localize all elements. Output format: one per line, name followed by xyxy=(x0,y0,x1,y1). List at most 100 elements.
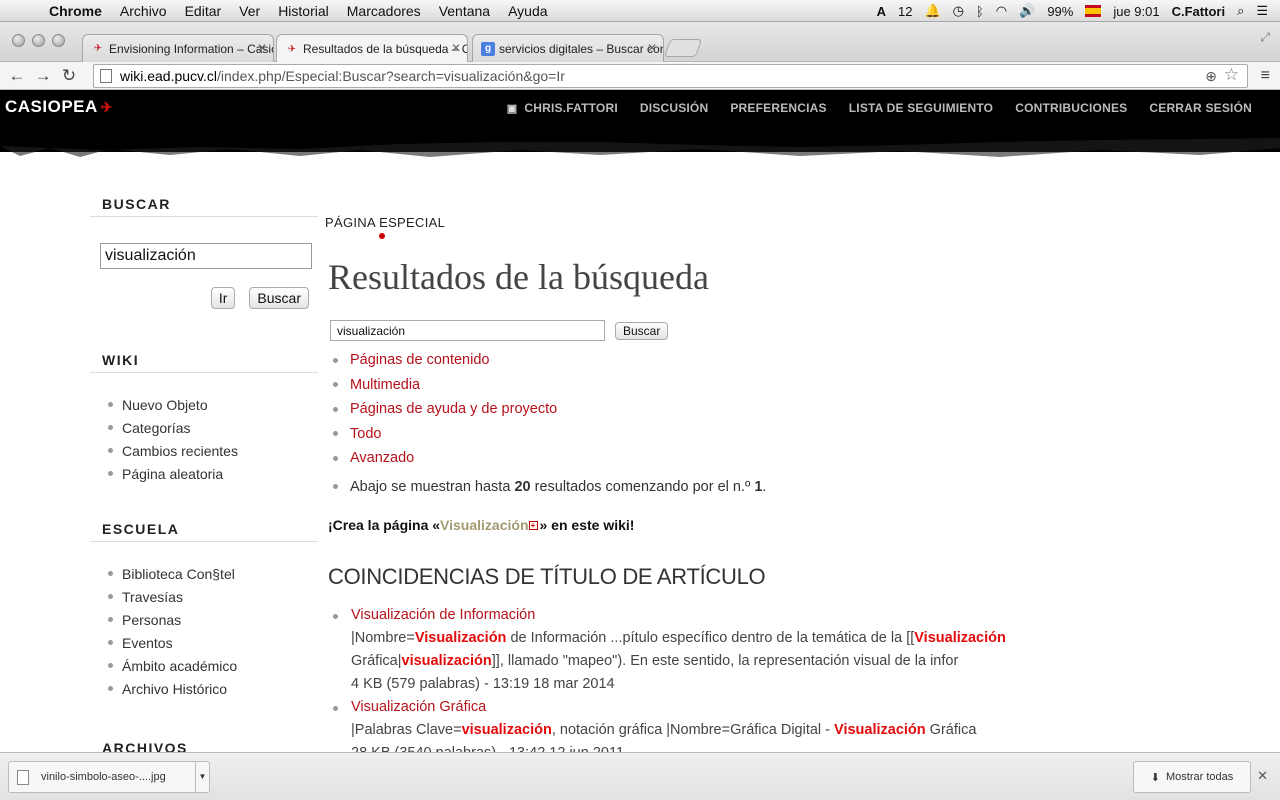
sidebar-item-archivo-historico[interactable]: Archivo Histórico xyxy=(108,677,318,700)
list-item: Avanzado xyxy=(333,446,766,471)
main-search-button[interactable]: Buscar xyxy=(615,321,669,340)
sidebar-item-personas[interactable]: Personas xyxy=(108,608,318,631)
sidebar: BUSCAR Ir Buscar WIKI Nuevo Objeto Categ… xyxy=(90,196,318,760)
adobe-count: 12 xyxy=(897,3,913,19)
snippet-text: de Información ...pítulo específico dent… xyxy=(506,630,915,646)
tab-envisioning-information[interactable]: ✈ Envisioning Information – Casiopea ✕ xyxy=(82,34,274,62)
chrome-menu-icon[interactable]: ≡ xyxy=(1261,67,1270,85)
profile-link-multimedia[interactable]: Multimedia xyxy=(350,377,420,393)
sidebar-item-cambios-recientes[interactable]: Cambios recientes xyxy=(108,439,318,462)
nav-user[interactable]: ▣ CHRIS.FATTORI xyxy=(507,101,618,115)
volume-icon[interactable]: 🔊 xyxy=(1019,3,1035,19)
nav-discusion[interactable]: DISCUSIÓN xyxy=(640,101,708,115)
tab-strip: ✈ Envisioning Information – Casiopea ✕ ✈… xyxy=(0,22,1280,63)
show-all-label: Mostrar todas xyxy=(1165,771,1234,783)
tab-resultados-busqueda[interactable]: ✈ Resultados de la búsqueda – Casiopea ✕ xyxy=(276,34,468,63)
input-source-flag-icon[interactable] xyxy=(1085,5,1102,17)
profile-link-todo[interactable]: Todo xyxy=(350,426,381,442)
tab-close-icon[interactable]: ✕ xyxy=(257,41,267,55)
menu-archivo[interactable]: Archivo xyxy=(111,3,176,19)
profile-link-avanzado[interactable]: Avanzado xyxy=(350,450,414,466)
tab-close-icon[interactable]: ✕ xyxy=(451,41,461,55)
menu-ventana[interactable]: Ventana xyxy=(430,3,499,19)
battery-percent[interactable]: 99% xyxy=(1047,4,1073,19)
window-close-button[interactable] xyxy=(12,34,25,47)
results-list: Visualización de Información |Nombre=Vis… xyxy=(333,604,1043,765)
fullscreen-icon[interactable]: ⤢ xyxy=(1260,30,1270,45)
new-tab-button[interactable] xyxy=(663,39,703,57)
download-menu-arrow-icon[interactable]: ▼ xyxy=(195,762,209,792)
nav-contribuciones[interactable]: CONTRIBUCIONES xyxy=(1015,101,1127,115)
back-button[interactable]: ← xyxy=(4,66,30,86)
bookmark-star-icon[interactable]: ☆ xyxy=(1224,65,1239,85)
url-path: /index.php/Especial:Buscar?search=visual… xyxy=(217,68,565,84)
window-zoom-button[interactable] xyxy=(52,34,65,47)
menu-historial[interactable]: Historial xyxy=(269,3,338,19)
sidebar-search-input[interactable] xyxy=(100,243,312,269)
results-info: Abajo se muestran hasta 20 resultados co… xyxy=(333,475,766,500)
user-page-icon: ▣ xyxy=(506,103,518,115)
sidebar-item-categorias[interactable]: Categorías xyxy=(108,416,318,439)
user-nav: ▣ CHRIS.FATTORI DISCUSIÓN PREFERENCIAS LI… xyxy=(507,101,1252,115)
section-title: COINCIDENCIAS DE TÍTULO DE ARTÍCULO xyxy=(328,564,766,589)
site-logo[interactable]: CASIOPEA ✈ xyxy=(5,97,113,117)
download-arrow-icon: ⬇ xyxy=(1150,771,1160,784)
nav-preferencias[interactable]: PREFERENCIAS xyxy=(730,101,826,115)
snippet-text: |Nombre= xyxy=(351,630,415,646)
sidebar-item-ambito-academico[interactable]: Ámbito académico xyxy=(108,654,318,677)
window-minimize-button[interactable] xyxy=(32,34,45,47)
show-all-downloads-button[interactable]: ⬇ Mostrar todas xyxy=(1133,761,1251,793)
info-count: 20 xyxy=(514,478,531,495)
list-item: Todo xyxy=(333,422,766,447)
sidebar-item-biblioteca[interactable]: Biblioteca Con§tel xyxy=(108,562,318,585)
create-page-link[interactable]: Visualización xyxy=(440,517,528,533)
menu-editar[interactable]: Editar xyxy=(176,3,231,19)
menu-ver[interactable]: Ver xyxy=(230,3,269,19)
notification-bell-icon[interactable]: 🔔 xyxy=(924,3,940,19)
main-search-input[interactable] xyxy=(330,320,605,341)
nav-cerrar-sesion[interactable]: CERRAR SESIÓN xyxy=(1149,101,1252,115)
clock[interactable]: jue 9:01 xyxy=(1113,4,1159,19)
sidebar-item-nuevo-objeto[interactable]: Nuevo Objeto xyxy=(108,393,318,416)
zoom-icon[interactable]: ⊕ xyxy=(1205,68,1217,85)
close-shelf-icon[interactable]: ✕ xyxy=(1257,768,1268,784)
nav-lista-seguimiento[interactable]: LISTA DE SEGUIMIENTO xyxy=(849,101,993,115)
forward-button[interactable]: → xyxy=(30,66,56,86)
sidebar-escuela-list: Biblioteca Con§tel Travesías Personas Ev… xyxy=(108,562,318,700)
time-machine-icon[interactable]: ◷ xyxy=(953,3,964,19)
nav-user-label: CHRIS.FATTORI xyxy=(524,101,618,115)
result-title-link[interactable]: Visualización Gráfica xyxy=(351,699,486,715)
snippet-text: Gráfica xyxy=(925,722,977,738)
spotlight-search-icon[interactable]: ⌕ xyxy=(1237,3,1244,19)
sidebar-go-button[interactable]: Ir xyxy=(210,287,236,309)
menu-ayuda[interactable]: Ayuda xyxy=(499,3,556,19)
sidebar-item-pagina-aleatoria[interactable]: Página aleatoria xyxy=(108,462,318,485)
info-middle: resultados comenzando por el n.º xyxy=(534,478,751,495)
menu-app-name[interactable]: Chrome xyxy=(40,3,111,19)
info-start: 1 xyxy=(754,478,763,495)
tab-close-icon[interactable]: ✕ xyxy=(647,41,657,55)
search-term-highlight: Visualización xyxy=(914,630,1006,646)
search-term-highlight: visualización xyxy=(461,722,552,738)
download-item[interactable]: vinilo-simbolo-aseo-....jpg ▼ xyxy=(8,761,210,793)
reload-button[interactable]: ↻ xyxy=(56,66,82,86)
search-term-highlight: Visualización xyxy=(414,630,507,646)
site-header: CASIOPEA ✈ ▣ CHRIS.FATTORI DISCUSIÓN PREFE… xyxy=(0,90,1280,157)
tab-servicios-digitales[interactable]: g servicios digitales – Buscar con Googl… xyxy=(472,34,664,62)
profile-link-contenido[interactable]: Páginas de contenido xyxy=(350,352,489,368)
create-prefix: ¡Crea la página « xyxy=(328,517,441,533)
sidebar-wiki-list: Nuevo Objeto Categorías Cambios reciente… xyxy=(108,393,318,485)
profile-link-ayuda[interactable]: Páginas de ayuda y de proyecto xyxy=(350,401,557,417)
result-title-link[interactable]: Visualización de Información xyxy=(351,607,535,623)
sidebar-item-eventos[interactable]: Eventos xyxy=(108,631,318,654)
sidebar-search-button[interactable]: Buscar xyxy=(249,287,309,309)
sidebar-item-travesias[interactable]: Travesías xyxy=(108,585,318,608)
user-name[interactable]: C.Fattori xyxy=(1172,4,1225,19)
adobe-icon[interactable]: A xyxy=(877,4,886,19)
notification-center-icon[interactable]: ☰ xyxy=(1256,3,1268,19)
address-bar[interactable]: wiki.ead.pucv.cl/index.php/Especial:Busc… xyxy=(93,64,1248,88)
wifi-icon[interactable]: ◠ xyxy=(996,3,1007,19)
bluetooth-icon[interactable]: ᛒ xyxy=(976,4,984,19)
result-item: Visualización de Información |Nombre=Vis… xyxy=(333,604,1043,696)
menu-marcadores[interactable]: Marcadores xyxy=(338,3,430,19)
